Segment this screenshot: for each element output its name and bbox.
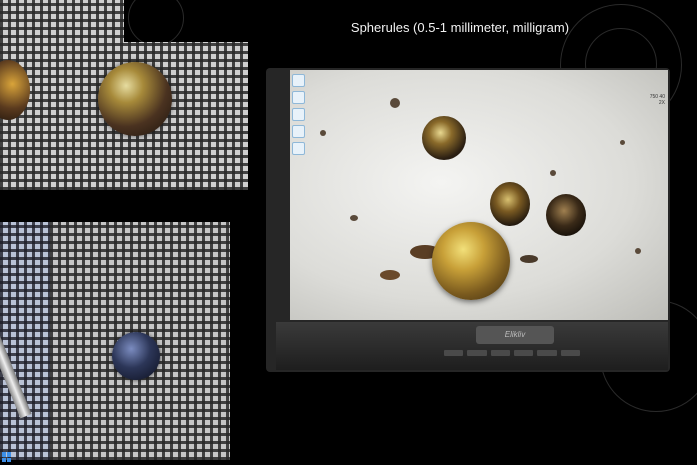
- record-icon: [292, 91, 305, 104]
- monitor-button: [490, 350, 510, 356]
- spherule: [112, 332, 160, 380]
- screen-readout: 750 40 2X: [650, 94, 665, 106]
- debris-particle: [320, 130, 326, 136]
- spherule: [98, 62, 172, 136]
- camera-icon: [292, 74, 305, 87]
- spherule-photo-bottom: [50, 222, 230, 460]
- spherule-photo-top: [48, 42, 248, 190]
- debris-particle: [350, 215, 358, 221]
- slide-title: Spherules (0.5-1 millimeter, milligram): [350, 20, 570, 35]
- spherule: [432, 222, 510, 300]
- monitor-button: [467, 350, 487, 356]
- monitor-buttons: [444, 350, 580, 356]
- fiber-strand: [0, 265, 32, 419]
- monitor-button: [537, 350, 557, 356]
- debris-particle: [550, 170, 556, 176]
- debris-particle: [635, 248, 641, 254]
- spherule-photo-bottom-left: [0, 222, 50, 460]
- monitor-button: [444, 350, 464, 356]
- monitor-button: [513, 350, 534, 356]
- monitor-bezel: [276, 322, 668, 370]
- readout-zoom: 2X: [658, 100, 665, 106]
- monitor-button: [560, 350, 580, 356]
- debris-particle: [620, 140, 625, 145]
- microscope-toolbar: [292, 74, 305, 159]
- spherule: [422, 116, 466, 160]
- windows-start-icon[interactable]: [2, 452, 12, 462]
- spherule: [546, 194, 586, 236]
- slide: Spherules (0.5-1 millimeter, milligram): [0, 0, 697, 465]
- info-icon: [292, 142, 305, 155]
- decorative-ring: [128, 0, 184, 46]
- gallery-icon: [292, 125, 305, 138]
- settings-icon: [292, 108, 305, 121]
- debris-particle: [390, 98, 400, 108]
- microscope-screen: [290, 70, 668, 320]
- spherule: [490, 182, 530, 226]
- debris-particle: [520, 255, 538, 263]
- debris-particle: [380, 270, 400, 280]
- spherule: [0, 60, 30, 120]
- monitor-logo: Elikliv: [476, 326, 554, 344]
